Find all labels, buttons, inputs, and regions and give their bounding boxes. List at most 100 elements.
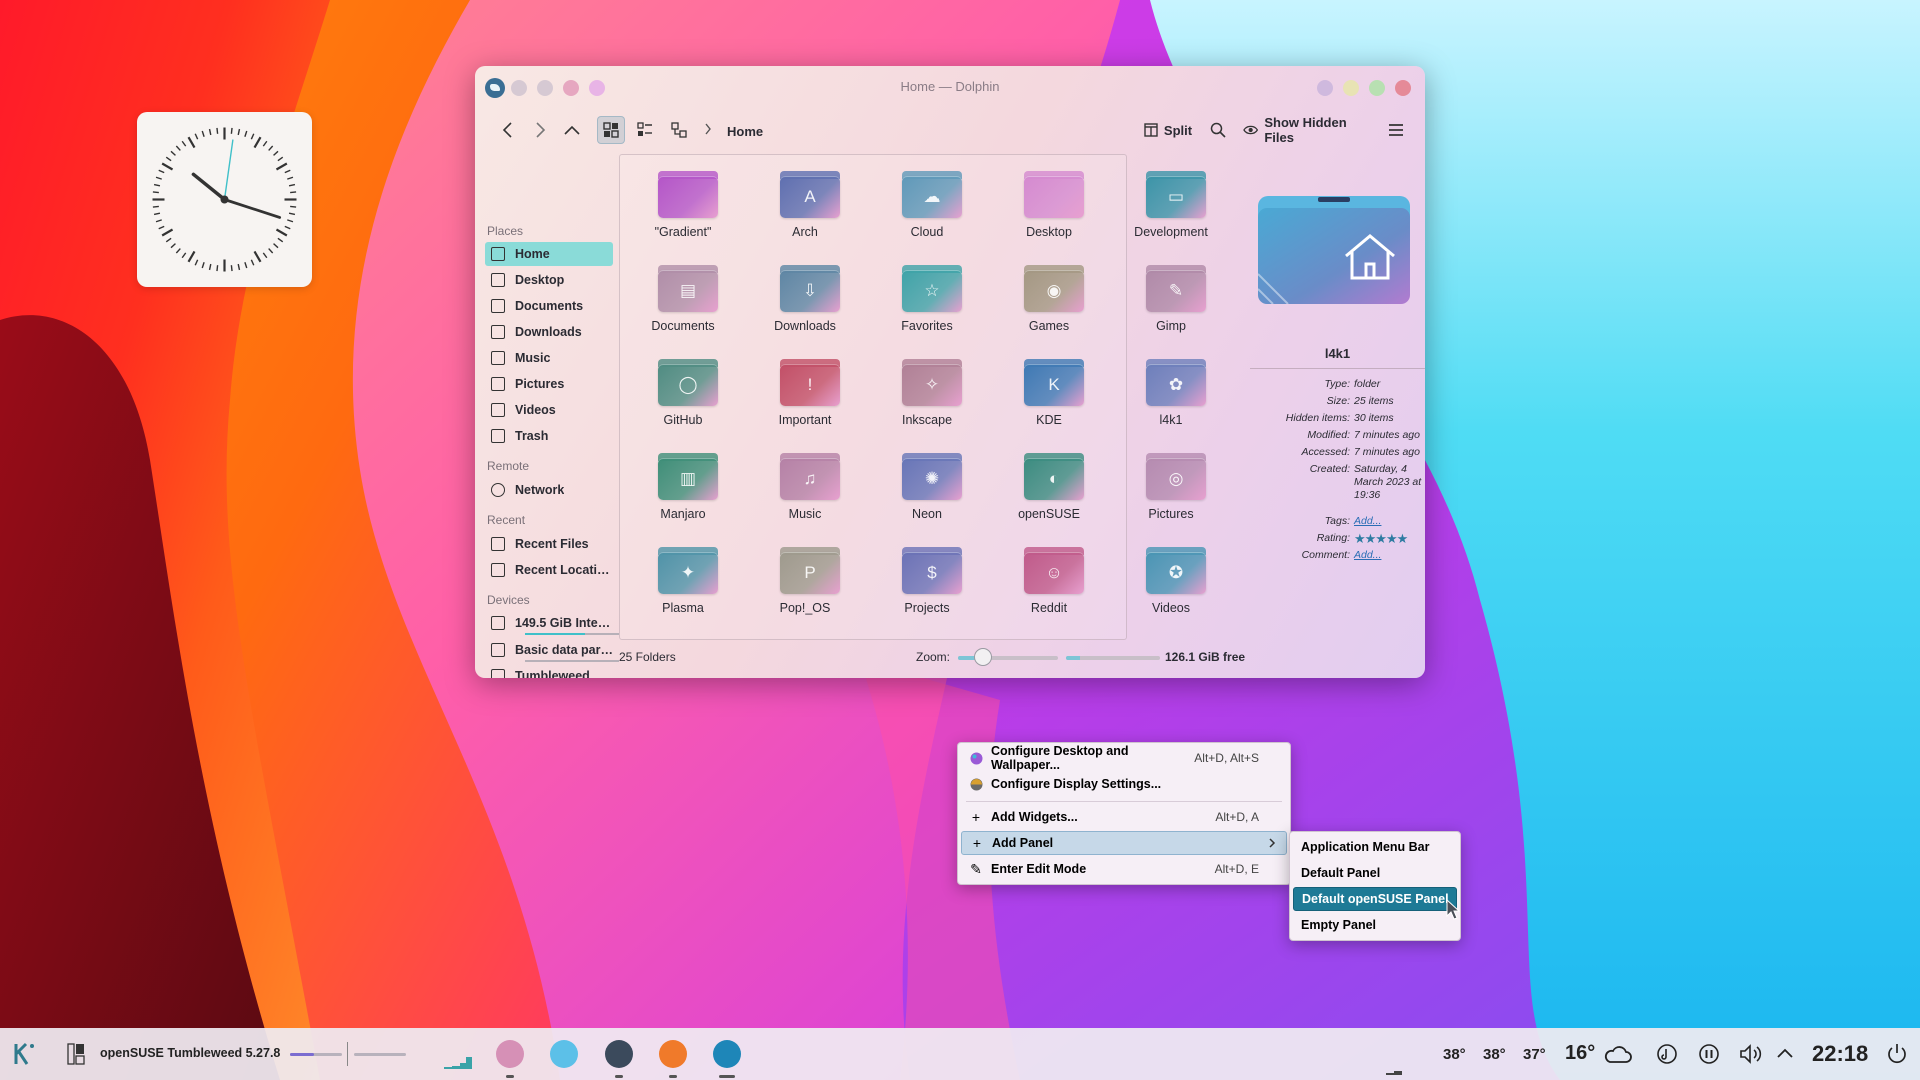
hamburger-menu-button[interactable] [1383,116,1409,144]
app-steam-icon[interactable] [605,1040,633,1068]
kde-launcher-icon[interactable] [10,1041,38,1067]
breadcrumb-home[interactable]: Home [727,124,763,139]
sidebar-item-videos[interactable]: Videos [485,398,613,422]
sidebar-item-desktop[interactable]: Desktop [485,268,613,292]
folder-emblem-icon: ☆ [924,281,940,300]
power-icon[interactable] [1885,1042,1909,1066]
help-dot-button[interactable] [1317,80,1333,96]
folder-item[interactable]: ✿ l4k1 [1116,351,1226,441]
compact-view-button[interactable] [665,116,693,144]
folder-item[interactable]: ◐ openSUSE [994,445,1104,535]
menu-item-enter-edit-mode[interactable]: ✎ Enter Edit Mode Alt+D, E [961,857,1287,881]
close-button[interactable] [1395,80,1411,96]
maximize-button[interactable] [1369,80,1385,96]
pager-icon[interactable] [66,1042,86,1066]
show-hidden-files-button[interactable]: Show Hidden Files [1243,115,1375,145]
up-button[interactable] [559,116,585,144]
running-indicator [719,1075,735,1078]
details-view-button[interactable] [631,116,659,144]
sidebar-item-internal-drive[interactable]: 149.5 GiB Intern... [485,610,619,636]
folder-item[interactable]: ✺ Neon [872,445,982,535]
folder-item[interactable]: ✪ Videos [1116,539,1226,629]
zoom-slider[interactable] [958,656,1058,660]
folder-item[interactable]: ◉ Games [994,257,1104,347]
folder-item[interactable]: ▭ Development [1116,163,1226,253]
folder-item[interactable]: ⇩ Downloads [750,257,860,347]
app-software-store-icon[interactable] [550,1040,578,1068]
file-grid[interactable]: "Gradient" A Arch ☁ Cloud Desktop ▭ Development… [619,154,1208,640]
submenu-item-application-menu-bar[interactable]: Application Menu Bar [1293,835,1457,859]
rating-stars[interactable]: ★★★★★ [1354,532,1425,545]
folder-item[interactable]: ◯ GitHub [628,351,738,441]
menu-item-configure-desktop[interactable]: Configure Desktop and Wallpaper... Alt+D… [961,744,1287,772]
folder-item[interactable]: ☆ Favorites [872,257,982,347]
folder-item[interactable]: $ Projects [872,539,982,629]
folder-item[interactable]: ☺ Reddit [994,539,1104,629]
add-link[interactable]: Add... [1354,515,1425,528]
sidebar-item-music[interactable]: Music [485,346,613,370]
folder-item[interactable]: ! Important [750,351,860,441]
folder-emblem-icon: ◐ [1048,469,1060,488]
folder-item[interactable]: ✎ Gimp [1116,257,1226,347]
weather-temperature[interactable]: 16° [1565,1042,1595,1065]
toolbar: Home Split Show Hidden Files [475,108,1425,152]
cloud-icon[interactable] [1604,1043,1632,1065]
folder-item[interactable]: ✦ Plasma [628,539,738,629]
info-key: Created: [1309,463,1350,475]
pause-icon[interactable] [1698,1043,1720,1065]
folder-item[interactable]: K KDE [994,351,1104,441]
digital-clock[interactable]: 22:18 [1812,1041,1868,1067]
sidebar-item-pictures[interactable]: Pictures [485,372,613,396]
sidebar-item-recent-locations[interactable]: Recent Locations [485,558,613,582]
submenu-item-default-opensuse-panel[interactable]: Default openSUSE Panel [1293,887,1457,911]
folder-item[interactable]: ◎ Pictures [1116,445,1226,535]
submenu-arrow-icon [1269,838,1276,848]
menu-item-add-widgets[interactable]: + Add Widgets... Alt+D, A [961,805,1287,829]
document-icon [491,299,505,313]
folder-item[interactable]: ✧ Inkscape [872,351,982,441]
sidebar-item-recent-files[interactable]: Recent Files [485,532,613,556]
info-value: 25 items [1354,395,1394,407]
back-button[interactable] [495,116,521,144]
forward-arrow-icon [536,122,546,138]
icons-view-button[interactable] [597,116,625,144]
split-button[interactable]: Split [1139,116,1197,144]
folder-item[interactable]: ▥ Manjaro [628,445,738,535]
folder-item[interactable]: Desktop [994,163,1104,253]
menu-item-add-panel[interactable]: + Add Panel [961,831,1287,855]
sidebar-item-downloads[interactable]: Downloads [485,320,613,344]
sidebar-item-trash[interactable]: Trash [485,424,613,448]
volume-icon[interactable] [1738,1043,1764,1065]
folder-item[interactable]: ♫ Music [750,445,860,535]
analog-clock-widget[interactable] [137,112,312,287]
sidebar-item-network[interactable]: Network [485,478,613,502]
sidebar-item-home[interactable]: Home [485,242,613,266]
chevron-up-icon[interactable] [1776,1046,1794,1060]
menu-item-configure-display[interactable]: Configure Display Settings... [961,772,1287,796]
sidebar-item-label: Documents [515,299,584,313]
forward-button[interactable] [527,116,553,144]
app-dolphin-icon[interactable] [713,1040,741,1068]
drive-usage-bar [525,633,619,635]
folder-item[interactable]: A Arch [750,163,860,253]
active-task-title[interactable]: openSUSE Tumbleweed 5.27.8 [100,1046,280,1060]
folder-item[interactable]: ☁ Cloud [872,163,982,253]
zoom-label: Zoom: [916,650,951,664]
window-titlebar[interactable]: Home — Dolphin [475,66,1425,108]
app-plasma-discover-icon[interactable] [496,1040,524,1068]
add-link[interactable]: Add... [1354,549,1425,562]
app-firefox-icon[interactable] [659,1040,687,1068]
folder-item[interactable]: P Pop!_OS [750,539,860,629]
submenu-item-empty-panel[interactable]: Empty Panel [1293,913,1457,937]
menu-item-shortcut: Alt+D, Alt+S [1194,751,1259,765]
sidebar-item-documents[interactable]: Documents [485,294,613,318]
folder-label: Gimp [1156,319,1186,333]
minimize-button[interactable] [1343,80,1359,96]
folder-item[interactable]: ▤ Documents [628,257,738,347]
zoom-slider-handle[interactable] [974,648,992,666]
submenu-item-default-panel[interactable]: Default Panel [1293,861,1457,885]
search-button[interactable] [1205,116,1231,144]
audio-player-icon[interactable] [1656,1043,1678,1065]
folder-item[interactable]: "Gradient" [628,163,738,253]
folder-emblem-icon: ☁ [923,187,941,206]
